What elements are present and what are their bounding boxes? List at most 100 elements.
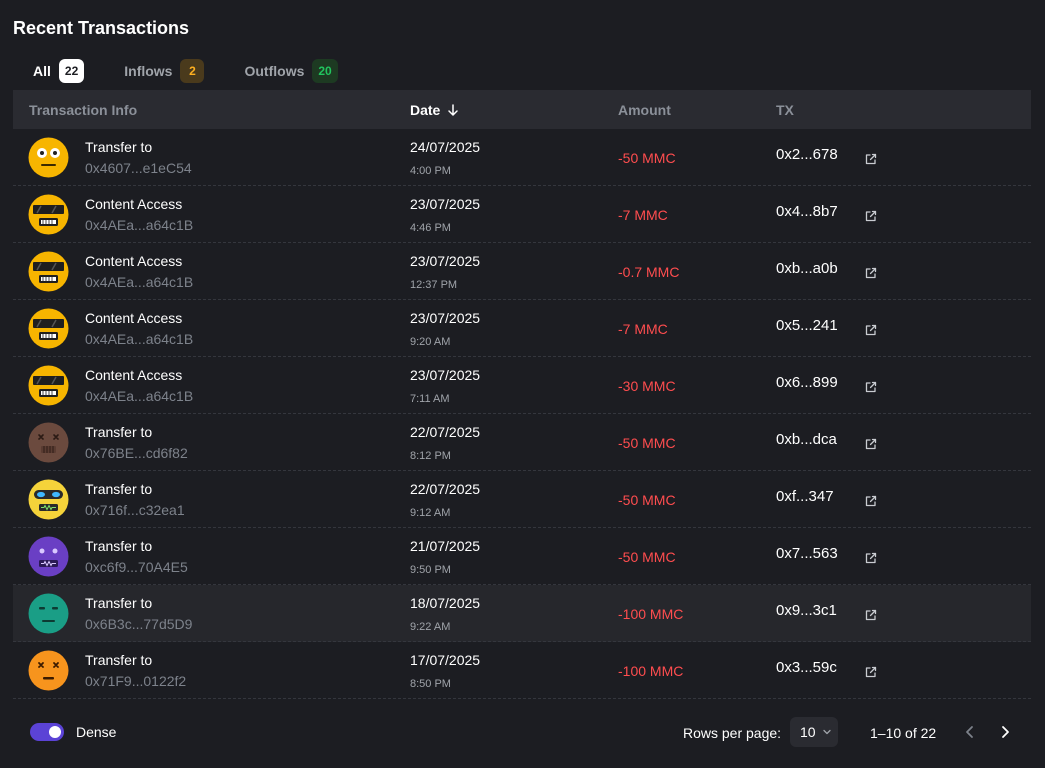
avatar bbox=[28, 137, 69, 178]
open-tx-link-button[interactable] bbox=[864, 380, 878, 394]
transaction-amount: -50 MMC bbox=[618, 150, 676, 166]
next-page-button[interactable] bbox=[997, 724, 1013, 740]
transaction-date: 24/07/2025 bbox=[410, 139, 481, 155]
external-link-icon bbox=[864, 608, 878, 622]
transaction-type: Transfer to bbox=[85, 595, 153, 611]
avatar bbox=[28, 365, 69, 406]
tx-hash: 0xb...dca bbox=[776, 431, 837, 448]
brown-x-avatar-icon bbox=[28, 422, 69, 463]
avatar bbox=[28, 251, 69, 292]
transaction-time: 8:12 PM bbox=[410, 450, 451, 462]
arrow-down-icon bbox=[448, 103, 459, 116]
table-row[interactable]: Transfer to 0x4607...e1eC54 24/07/2025 4… bbox=[13, 129, 1031, 186]
transaction-type: Content Access bbox=[85, 253, 183, 269]
tx-hash: 0x2...678 bbox=[776, 146, 838, 163]
open-tx-link-button[interactable] bbox=[864, 266, 878, 280]
table-row[interactable]: Transfer to 0x716f...c32ea1 22/07/2025 9… bbox=[13, 471, 1031, 528]
open-tx-link-button[interactable] bbox=[864, 494, 878, 508]
avatar bbox=[28, 650, 69, 691]
tab-inflows[interactable]: Inflows 2 bbox=[124, 52, 205, 90]
external-link-icon bbox=[864, 209, 878, 223]
tx-hash: 0x5...241 bbox=[776, 317, 838, 334]
transaction-date: 23/07/2025 bbox=[410, 196, 481, 212]
transaction-amount: -30 MMC bbox=[618, 378, 676, 394]
open-tx-link-button[interactable] bbox=[864, 608, 878, 622]
transaction-date: 17/07/2025 bbox=[410, 652, 481, 668]
transactions-table: Transaction Info Date Amount TX Transfer… bbox=[13, 90, 1031, 699]
previous-page-button[interactable] bbox=[962, 724, 978, 740]
transaction-date: 22/07/2025 bbox=[410, 424, 481, 440]
transaction-amount: -0.7 MMC bbox=[618, 264, 680, 280]
page-title: Recent Transactions bbox=[13, 18, 190, 38]
transaction-amount: -50 MMC bbox=[618, 549, 676, 565]
column-header-transaction-info: Transaction Info bbox=[29, 101, 138, 118]
counterparty-address: 0x4AEa...a64c1B bbox=[85, 217, 194, 233]
yellow-shades-avatar-icon bbox=[28, 251, 69, 292]
dense-label: Dense bbox=[76, 724, 117, 740]
transaction-amount: -7 MMC bbox=[618, 207, 668, 223]
external-link-icon bbox=[864, 665, 878, 679]
transaction-time: 9:20 AM bbox=[410, 336, 451, 348]
transaction-type: Transfer to bbox=[85, 424, 153, 440]
purple-zip-avatar-icon bbox=[28, 536, 69, 577]
avatar bbox=[28, 308, 69, 349]
avatar bbox=[28, 194, 69, 235]
tab-inflows-label: Inflows bbox=[124, 63, 173, 79]
counterparty-address: 0x71F9...0122f2 bbox=[85, 673, 187, 689]
tx-hash: 0x7...563 bbox=[776, 545, 838, 562]
table-row[interactable]: Content Access 0x4AEa...a64c1B 23/07/202… bbox=[13, 357, 1031, 414]
open-tx-link-button[interactable] bbox=[864, 209, 878, 223]
transaction-type: Content Access bbox=[85, 367, 183, 383]
transaction-time: 9:12 AM bbox=[410, 507, 451, 519]
table-header: Transaction Info Date Amount TX bbox=[13, 90, 1031, 129]
counterparty-address: 0x6B3c...77d5D9 bbox=[85, 616, 193, 632]
yellow-shades-avatar-icon bbox=[28, 308, 69, 349]
column-header-date-label: Date bbox=[410, 101, 441, 118]
transaction-amount: -7 MMC bbox=[618, 321, 668, 337]
transaction-type: Transfer to bbox=[85, 538, 153, 554]
table-row[interactable]: Content Access 0x4AEa...a64c1B 23/07/202… bbox=[13, 300, 1031, 357]
open-tx-link-button[interactable] bbox=[864, 551, 878, 565]
transaction-type: Transfer to bbox=[85, 652, 153, 668]
yellow-shades-avatar-icon bbox=[28, 365, 69, 406]
external-link-icon bbox=[864, 323, 878, 337]
column-header-amount[interactable]: Amount bbox=[618, 90, 671, 129]
table-row[interactable]: Content Access 0x4AEa...a64c1B 23/07/202… bbox=[13, 186, 1031, 243]
tx-hash: 0xb...a0b bbox=[776, 260, 838, 277]
table-row[interactable]: Transfer to 0x6B3c...77d5D9 18/07/2025 9… bbox=[13, 585, 1031, 642]
table-row[interactable]: Content Access 0x4AEa...a64c1B 23/07/202… bbox=[13, 243, 1031, 300]
pagination-range: 1–10 of 22 bbox=[870, 725, 937, 741]
open-tx-link-button[interactable] bbox=[864, 323, 878, 337]
rows-per-page-select[interactable]: 10 bbox=[790, 717, 838, 747]
external-link-icon bbox=[864, 266, 878, 280]
open-tx-link-button[interactable] bbox=[864, 437, 878, 451]
transaction-date: 23/07/2025 bbox=[410, 253, 481, 269]
transaction-type: Transfer to bbox=[85, 139, 153, 155]
table-row[interactable]: Transfer to 0xc6f9...70A4E5 21/07/2025 9… bbox=[13, 528, 1031, 585]
yellow-sleepy-avatar-icon bbox=[28, 137, 69, 178]
tx-hash: 0x4...8b7 bbox=[776, 203, 838, 220]
tx-hash: 0x9...3c1 bbox=[776, 602, 837, 619]
transaction-time: 9:22 AM bbox=[410, 621, 451, 633]
open-tx-link-button[interactable] bbox=[864, 665, 878, 679]
transaction-type: Transfer to bbox=[85, 481, 153, 497]
tab-all[interactable]: All 22 bbox=[30, 52, 87, 92]
transaction-date: 22/07/2025 bbox=[410, 481, 481, 497]
tx-hash: 0x6...899 bbox=[776, 374, 838, 391]
column-header-tx[interactable]: TX bbox=[776, 90, 794, 129]
transaction-amount: -50 MMC bbox=[618, 435, 676, 451]
counterparty-address: 0x4AEa...a64c1B bbox=[85, 331, 194, 347]
table-row[interactable]: Transfer to 0x71F9...0122f2 17/07/2025 8… bbox=[13, 642, 1031, 699]
open-tx-link-button[interactable] bbox=[864, 152, 878, 166]
tab-outflows[interactable]: Outflows 20 bbox=[244, 52, 338, 90]
external-link-icon bbox=[864, 437, 878, 451]
counterparty-address: 0x4AEa...a64c1B bbox=[85, 274, 194, 290]
dense-toggle[interactable] bbox=[30, 723, 64, 741]
table-row[interactable]: Transfer to 0x76BE...cd6f82 22/07/2025 8… bbox=[13, 414, 1031, 471]
table-body: Transfer to 0x4607...e1eC54 24/07/2025 4… bbox=[13, 129, 1031, 699]
counterparty-address: 0x76BE...cd6f82 bbox=[85, 445, 188, 461]
yellow-shades-avatar-icon bbox=[28, 194, 69, 235]
tab-all-label: All bbox=[33, 63, 51, 79]
tab-inflows-count-badge: 2 bbox=[180, 59, 205, 83]
column-header-date[interactable]: Date bbox=[410, 90, 460, 129]
